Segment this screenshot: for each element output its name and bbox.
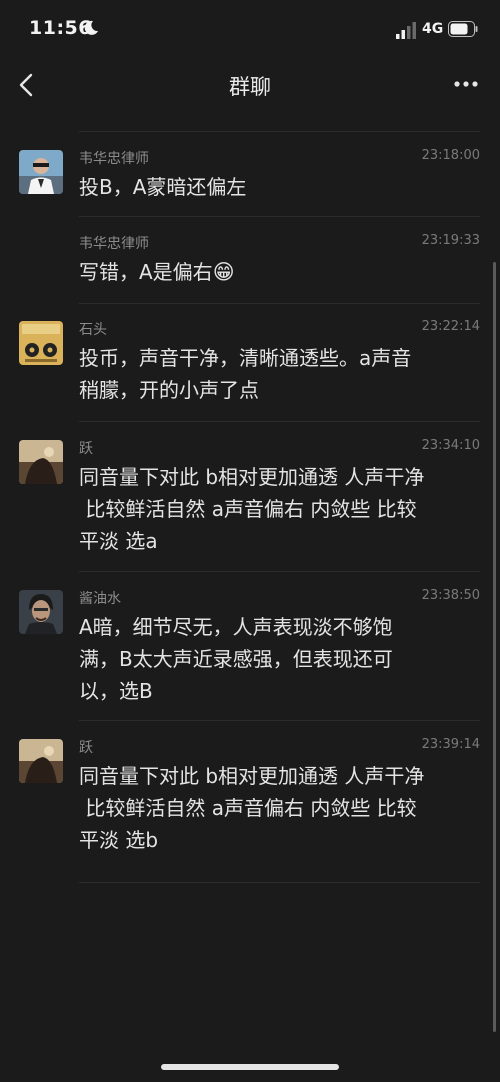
sender-name: 跃 [79, 740, 93, 756]
avatar[interactable] [19, 590, 63, 634]
divider [79, 571, 480, 572]
network-label: 4G [422, 21, 444, 37]
message-text: 投B，A蒙暗还偏左 [79, 175, 247, 199]
message-text: 投币，声音干净，清晰通透些。a声音 稍朦，开的小声了点 [79, 346, 412, 402]
photo-avatar-icon [19, 440, 63, 484]
home-indicator[interactable] [161, 1064, 339, 1070]
portrait-avatar-icon [19, 590, 63, 634]
message-text: 同音量下对此 b相对更加通透 人声干净 比较鲜活自然 a声音偏右 内敛些 比较 … [79, 764, 425, 852]
grin-emoji-icon: 😁 [212, 260, 235, 284]
divider [79, 720, 480, 721]
sender-name: 韦华忠律师 [79, 151, 149, 167]
scrollbar[interactable] [493, 262, 496, 1032]
divider [79, 882, 480, 883]
divider [79, 421, 480, 422]
divider [79, 216, 480, 217]
message-time: 23:38:50 [421, 588, 480, 603]
message-time: 23:39:14 [421, 737, 480, 752]
avatar[interactable] [19, 739, 63, 783]
sender-name: 酱油水 [79, 591, 121, 607]
more-icon[interactable] [452, 76, 482, 92]
message-time: 23:19:33 [421, 233, 480, 248]
photo-avatar-icon [19, 739, 63, 783]
avatar[interactable] [19, 150, 63, 194]
moon-icon [84, 20, 98, 35]
sender-name: 韦华忠律师 [79, 236, 149, 252]
message-list[interactable]: 韦华忠律师 23:18:00 投B，A蒙暗还偏左 韦华忠律师 23:19:33 … [0, 116, 500, 1066]
status-bar: 11:56 4G [0, 0, 500, 58]
nav-bar: 群聊 [0, 58, 500, 116]
album-avatar-icon [19, 321, 63, 365]
message-text: A暗，细节尽无，人声表现淡不够饱 满，B太大声近录感强，但表现还可 以，选B [79, 615, 393, 703]
sender-name: 石头 [79, 322, 107, 338]
avatar[interactable] [19, 440, 63, 484]
message-text: 同音量下对此 b相对更加通透 人声干净 比较鲜活自然 a声音偏右 内敛些 比较 … [79, 465, 425, 553]
message-text: 写错，A是偏右😁 [79, 256, 479, 288]
avatar[interactable] [19, 321, 63, 365]
battery-icon [448, 21, 478, 37]
lawyer-avatar-icon [19, 150, 63, 194]
divider [79, 131, 480, 132]
message-time: 23:18:00 [421, 148, 480, 163]
sender-name: 跃 [79, 441, 93, 457]
message-time: 23:34:10 [421, 438, 480, 453]
page-title: 群聊 [229, 75, 271, 99]
message-text-body: 写错，A是偏右 [79, 260, 213, 284]
chat-screen: 11:56 4G 群聊 韦华忠律师 23:18:00 投B，A蒙暗还偏左 韦华忠… [0, 0, 500, 1082]
divider [79, 303, 480, 304]
signal-icon [396, 22, 416, 39]
message-time: 23:22:14 [421, 319, 480, 334]
